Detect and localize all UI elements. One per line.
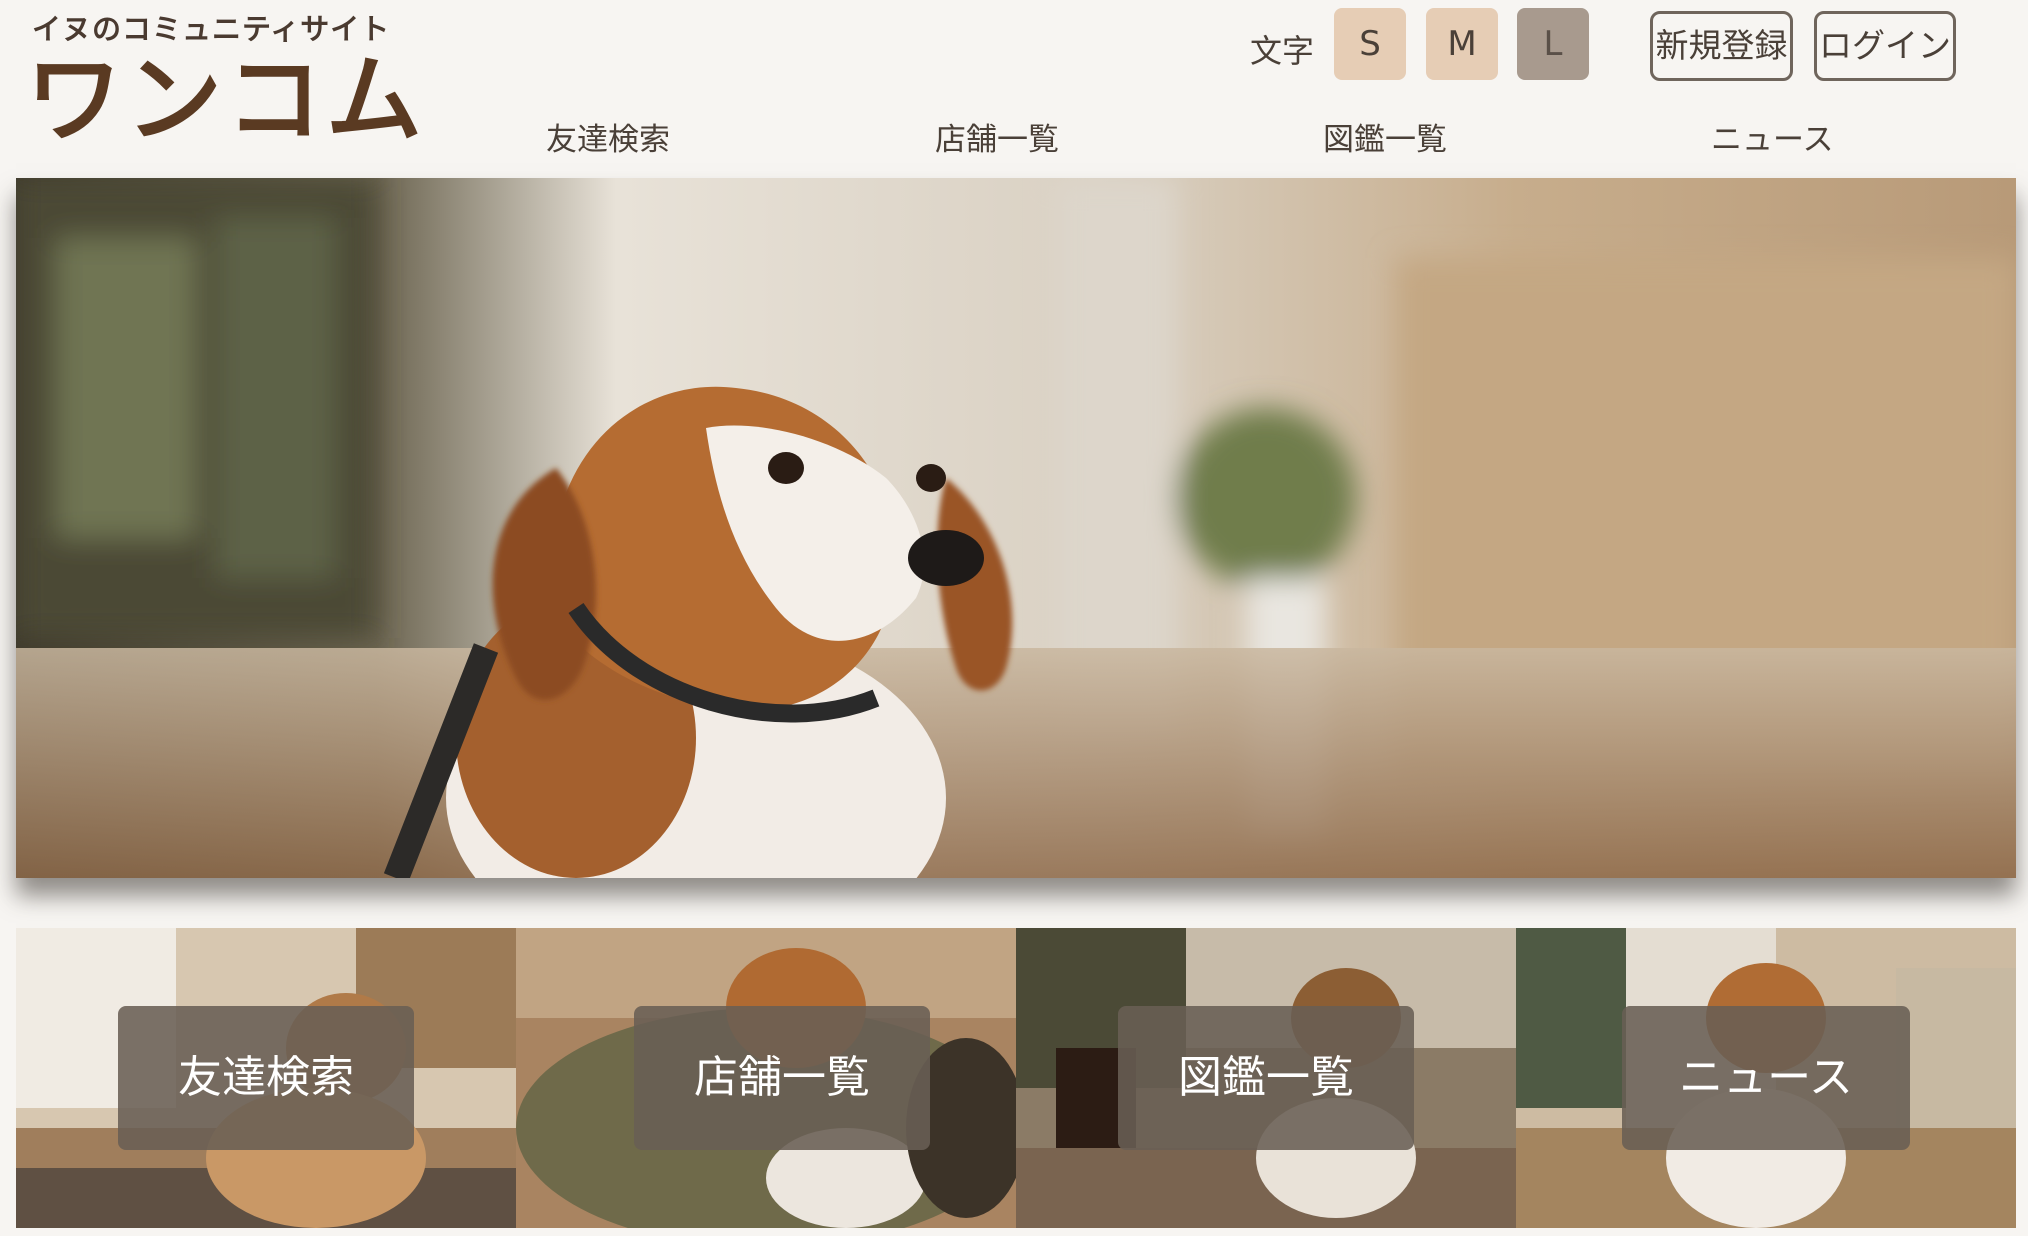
tile-encyclopedia[interactable]: 図鑑一覧 (1016, 928, 1516, 1228)
nav-item-store-list[interactable]: 店舗一覧 (935, 114, 1059, 159)
nav-item-friend-search[interactable]: 友達検索 (546, 114, 670, 159)
register-button[interactable]: 新規登録 (1650, 11, 1793, 81)
site-header: イヌのコミュニティサイト ワンコム 文字 S M L 新規登録 ログイン 友達検… (0, 0, 2028, 178)
font-size-label: 文字 (1250, 32, 1315, 70)
tile-friend-search[interactable]: 友達検索 (16, 928, 516, 1228)
tile-news-label: ニュース (1622, 1006, 1910, 1150)
login-button[interactable]: ログイン (1814, 11, 1956, 81)
tile-store-list[interactable]: 店舗一覧 (516, 928, 1016, 1228)
tile-encyclopedia-label: 図鑑一覧 (1118, 1006, 1414, 1150)
hero-beagle-photo (16, 178, 2016, 878)
nav-item-news[interactable]: ニュース (1711, 114, 1833, 159)
category-tiles: 友達検索 店舗一覧 図鑑一覧 ニュース (16, 928, 2016, 1228)
logo[interactable]: ワンコム (26, 48, 426, 152)
tile-friend-search-label: 友達検索 (118, 1006, 414, 1150)
font-size-large-button[interactable]: L (1517, 8, 1589, 80)
font-size-small-button[interactable]: S (1334, 8, 1406, 80)
nav-item-encyclopedia[interactable]: 図鑑一覧 (1323, 114, 1447, 159)
tile-news[interactable]: ニュース (1516, 928, 2016, 1228)
tile-store-list-label: 店舗一覧 (634, 1006, 930, 1150)
font-size-medium-button[interactable]: M (1426, 8, 1498, 80)
hero-image (16, 178, 2016, 878)
logo-tagline: イヌのコミュニティサイト (32, 12, 391, 46)
